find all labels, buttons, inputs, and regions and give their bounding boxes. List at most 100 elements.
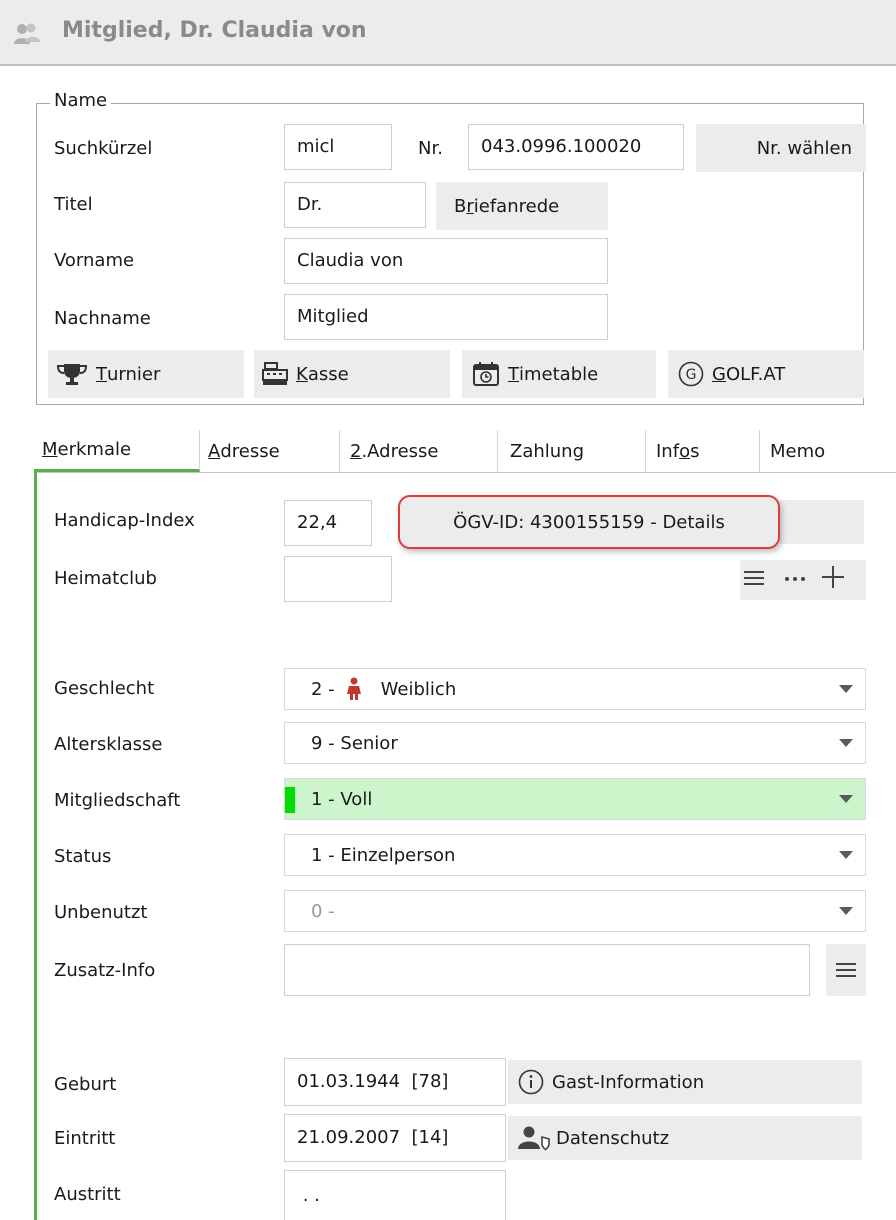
- turnier-label: urnier: [107, 363, 161, 385]
- zusatz-list-button[interactable]: [826, 944, 866, 996]
- name-group-legend: Name: [50, 90, 112, 111]
- members-icon: [14, 22, 40, 46]
- chevron-down-icon: [839, 907, 853, 915]
- geschlecht-code: 2 -: [311, 678, 335, 700]
- altersklasse-value: 9 - Senior: [311, 732, 398, 754]
- ogv-details-button[interactable]: ÖGV-ID: 4300155159 - Details: [398, 495, 780, 549]
- nr-waehlen-label: Nr. wählen: [756, 137, 852, 159]
- tab-zahlung[interactable]: Zahlung: [498, 430, 646, 472]
- tab-merkmale-label: erkmale: [57, 439, 132, 460]
- eintritt-value: 21.09.2007 [14]: [297, 1127, 449, 1148]
- tab-infos-prefix: Inf: [656, 440, 680, 462]
- tab-merkmale[interactable]: Merkmale: [34, 430, 200, 472]
- tab-adresse-label: dresse: [220, 440, 280, 462]
- nachname-label: Nachname: [54, 308, 151, 329]
- geschlecht-value: Weiblich: [380, 678, 457, 700]
- gast-information-button[interactable]: Gast-Information: [508, 1060, 862, 1104]
- geschlecht-label: Geschlecht: [54, 678, 155, 699]
- geburt-value: 01.03.1944 [78]: [297, 1071, 449, 1092]
- status-value: 1 - Einzelperson: [311, 844, 456, 866]
- add-icon[interactable]: [820, 564, 846, 595]
- vorname-label: Vorname: [54, 250, 135, 271]
- handicap-input[interactable]: 22,4: [284, 500, 372, 546]
- female-icon: [346, 677, 361, 700]
- list-icon[interactable]: [744, 568, 766, 593]
- briefanrede-prefix: B: [454, 195, 467, 217]
- status-select[interactable]: 1 - Einzelperson: [284, 834, 866, 876]
- cash-register-icon: [262, 362, 288, 385]
- titel-input[interactable]: Dr.: [284, 182, 426, 228]
- unbenutzt-value: 0 -: [311, 900, 335, 922]
- nr-input[interactable]: 043.0996.100020: [468, 124, 684, 170]
- austritt-label: Austritt: [54, 1184, 121, 1205]
- chevron-down-icon: [839, 851, 853, 859]
- more-icon[interactable]: [784, 568, 806, 593]
- tab-2-adresse-label: .Adresse: [361, 440, 439, 462]
- list-icon: [836, 963, 856, 977]
- altersklasse-select[interactable]: 9 - Senior: [284, 722, 866, 764]
- suchkuerzel-input[interactable]: micl: [284, 124, 392, 170]
- eintritt-input[interactable]: 21.09.2007 [14]: [284, 1114, 506, 1162]
- tab-2-adresse[interactable]: 2 .Adresse: [340, 430, 498, 472]
- golf-g-icon: G: [678, 361, 704, 387]
- vorname-input[interactable]: Claudia von: [284, 238, 608, 284]
- mitgliedschaft-label: Mitgliedschaft: [54, 790, 181, 811]
- nachname-input[interactable]: Mitglied: [284, 294, 608, 340]
- window-title: Mitglied, Dr. Claudia von: [62, 18, 367, 43]
- status-label: Status: [54, 846, 112, 867]
- zusatz-label: Zusatz-Info: [54, 960, 156, 981]
- tab-infos[interactable]: Inf o s: [646, 430, 760, 472]
- trophy-icon: [56, 364, 88, 385]
- briefanrede-suffix: iefanrede: [473, 195, 560, 217]
- tab-memo-label: Memo: [770, 440, 826, 462]
- unbenutzt-select[interactable]: 0 -: [284, 890, 866, 932]
- tab-adresse[interactable]: Adresse: [200, 430, 340, 472]
- golf-at-button[interactable]: G G OLF.AT: [668, 350, 864, 398]
- nachname-value: Mitglied: [297, 306, 369, 327]
- heimatclub-input[interactable]: [284, 556, 392, 602]
- chevron-down-icon: [839, 795, 853, 803]
- kasse-button[interactable]: Kasse: [254, 350, 450, 398]
- kasse-mnemonic: K: [296, 363, 308, 385]
- handicap-label: Handicap-Index: [54, 510, 195, 531]
- titel-value: Dr.: [297, 194, 323, 215]
- timetable-mnemonic: T: [508, 363, 519, 385]
- golf-label: OLF.AT: [725, 363, 786, 385]
- datenschutz-button[interactable]: Datenschutz: [508, 1116, 862, 1160]
- suchkuerzel-value: micl: [297, 136, 335, 157]
- mitgliedschaft-value: 1 - Voll: [311, 788, 373, 810]
- briefanrede-button[interactable]: Br iefanrede: [436, 182, 608, 230]
- chevron-down-icon: [839, 739, 853, 747]
- turnier-button[interactable]: Turnier: [48, 350, 244, 398]
- mitgliedschaft-select[interactable]: 1 - Voll: [284, 778, 866, 820]
- geburt-label: Geburt: [54, 1074, 117, 1095]
- tab-2-adresse-mnemonic: 2: [350, 440, 362, 462]
- handicap-value: 22,4: [297, 512, 338, 533]
- tab-memo[interactable]: Memo: [760, 430, 896, 472]
- nr-value: 043.0996.100020: [481, 136, 642, 157]
- heimatclub-label: Heimatclub: [54, 568, 157, 589]
- ogv-details-label: ÖGV-ID: 4300155159 - Details: [453, 511, 725, 533]
- ogv-button-extension: [780, 500, 864, 544]
- tab-adresse-mnemonic: A: [208, 440, 221, 462]
- tab-merkmale-mnemonic: M: [42, 439, 58, 460]
- vorname-value: Claudia von: [297, 250, 404, 271]
- suchkuerzel-label: Suchkürzel: [54, 138, 153, 159]
- nr-label: Nr.: [418, 138, 443, 159]
- gast-information-label: Gast-Information: [552, 1071, 705, 1093]
- geschlecht-select[interactable]: 2 - Weiblich: [284, 668, 866, 710]
- austritt-value: . .: [297, 1184, 320, 1206]
- golf-mnemonic: G: [712, 363, 726, 385]
- privacy-shield-icon: [518, 1126, 550, 1151]
- info-icon: [518, 1069, 544, 1095]
- calendar-clock-icon: [473, 362, 499, 386]
- timetable-button[interactable]: Timetable: [462, 350, 656, 398]
- geburt-input[interactable]: 01.03.1944 [78]: [284, 1058, 506, 1106]
- zusatz-input[interactable]: [284, 944, 810, 996]
- titel-label: Titel: [54, 194, 93, 215]
- tab-panel-border: [34, 472, 37, 1220]
- datenschutz-label: Datenschutz: [556, 1127, 670, 1149]
- tabs-baseline: [34, 472, 896, 473]
- austritt-input[interactable]: . .: [284, 1170, 506, 1220]
- nr-waehlen-button[interactable]: Nr. wählen: [696, 124, 866, 172]
